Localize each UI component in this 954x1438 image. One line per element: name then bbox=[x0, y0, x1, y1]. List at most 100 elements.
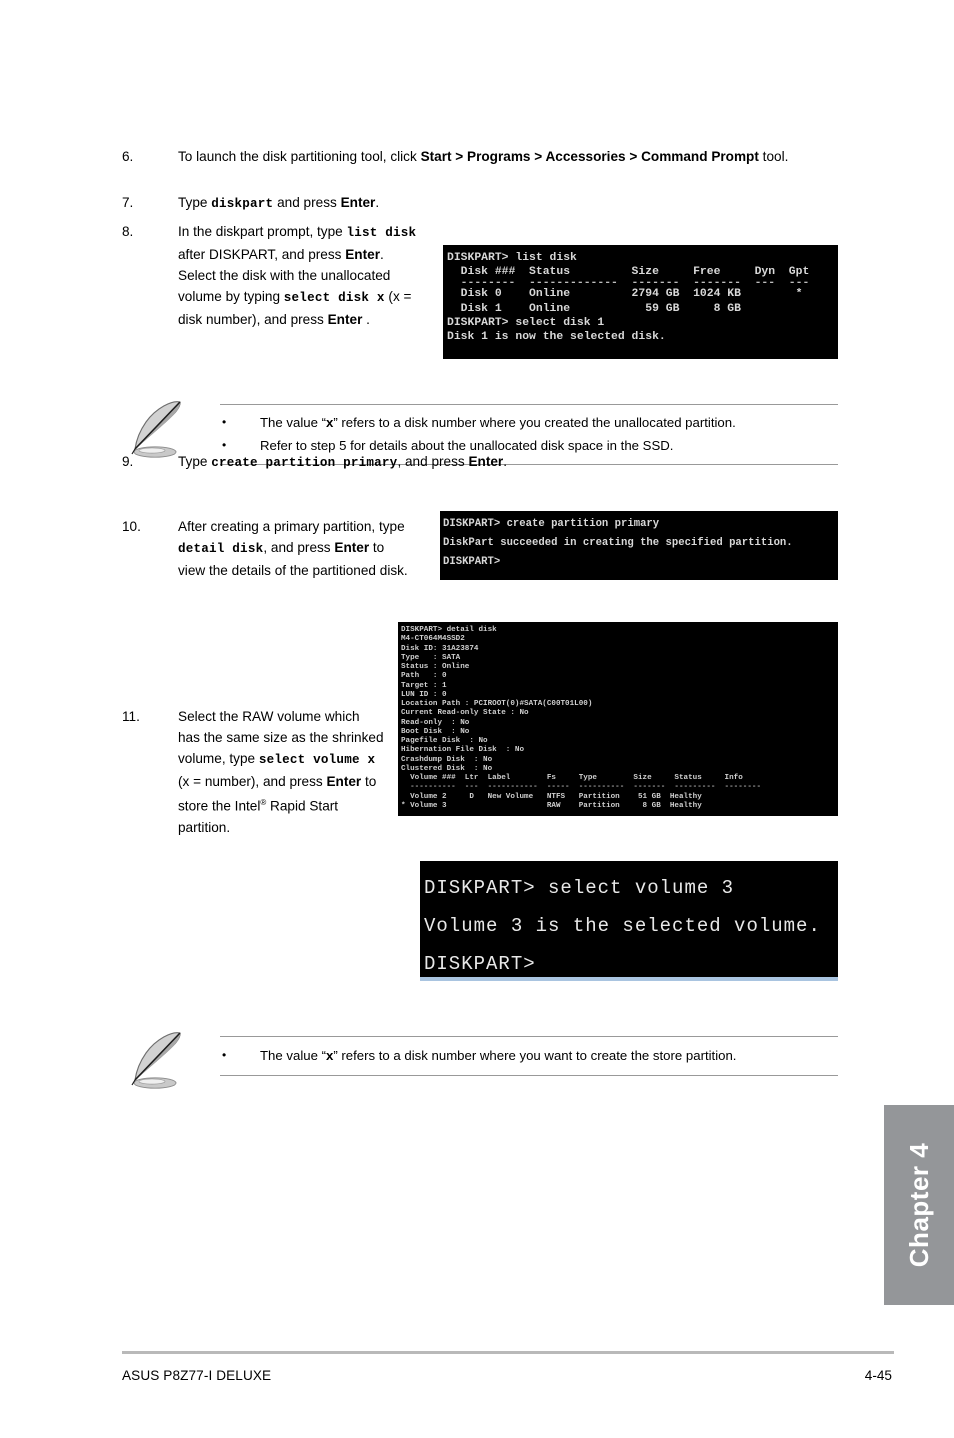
terminal-line: Crashdump Disk : No bbox=[401, 755, 493, 764]
terminal-line: Path : 0 bbox=[401, 672, 447, 681]
terminal-line: -------- ------------- ------- ------- -… bbox=[447, 277, 810, 290]
terminal-line: DISKPART> select volume 3 bbox=[424, 877, 735, 899]
note-text-post: ” refers to a disk number where you crea… bbox=[333, 415, 736, 430]
step-6-number: 6. bbox=[122, 149, 134, 164]
chapter-tab-label: Chapter 4 bbox=[903, 1142, 934, 1268]
bullet-icon: • bbox=[222, 415, 227, 429]
step-11-text: Select the RAW volume which has the same… bbox=[178, 706, 384, 838]
quill-pen-icon bbox=[131, 1032, 181, 1089]
step-11-command-select-volume: select volume x bbox=[258, 753, 376, 767]
terminal-line: M4-CT064M4SSD2 bbox=[401, 635, 465, 644]
terminal-select-volume: DISKPART> select volume 3 Volume 3 is the… bbox=[420, 861, 838, 981]
terminal-line: Volume ### Ltr Label Fs Type Size Status… bbox=[401, 774, 743, 782]
terminal-line: Read-only : No bbox=[401, 718, 470, 727]
step-11-text-part-2: (x = number), and press bbox=[178, 774, 327, 789]
step-8: 8. In the diskpart prompt, type list dis… bbox=[122, 221, 422, 330]
terminal-line: Pagefile Disk : No bbox=[401, 737, 488, 745]
terminal-line: Disk 1 Online 59 GB 8 GB bbox=[447, 302, 741, 315]
note-text-pre: The value “ bbox=[260, 415, 326, 430]
terminal-line: Hibernation File Disk : No bbox=[401, 746, 525, 755]
note-top-rule bbox=[220, 404, 838, 405]
step-6: 6. To launch the disk partitioning tool,… bbox=[122, 146, 822, 167]
step-8-text-part-1: In the diskpart prompt, type bbox=[178, 224, 347, 239]
terminal-line: DISKPART> bbox=[424, 953, 536, 975]
note-bottom-rule bbox=[220, 1075, 838, 1076]
step-10-key-enter: Enter bbox=[334, 540, 370, 555]
step-7: 7. Type diskpart and press Enter. bbox=[122, 192, 822, 215]
terminal-create-partition: DISKPART> create partition primary DiskPa… bbox=[440, 511, 838, 580]
step-6-menu-path: Start > Programs > Accessories > Command… bbox=[420, 149, 759, 164]
terminal-line: * Volume 3 RAW Partition 8 GB Healthy bbox=[401, 801, 702, 810]
step-11-number: 11. bbox=[122, 709, 140, 724]
terminal-line: Boot Disk : No bbox=[401, 727, 470, 736]
note-2-items: • The value “x” refers to a disk number … bbox=[222, 1044, 838, 1067]
terminal-line: Current Read-only State : No bbox=[401, 709, 529, 718]
terminal-line: DISKPART> list disk bbox=[447, 252, 577, 264]
step-10-text-part-1: After creating a primary partition, type bbox=[178, 519, 405, 534]
step-7-command-diskpart: diskpart bbox=[211, 197, 274, 211]
note-top-rule bbox=[220, 1036, 838, 1037]
step-7-key-enter: Enter bbox=[340, 195, 376, 210]
note-item: • The value “x” refers to a disk number … bbox=[222, 1044, 838, 1067]
terminal-detail-disk: DISKPART> detail disk M4-CT064M4SSD2 Disk … bbox=[398, 622, 838, 816]
step-7-text-part-1: Type bbox=[178, 195, 212, 210]
note-text-post: ” refers to a disk number where you want… bbox=[333, 1048, 737, 1063]
terminal-line: Disk 1 is now the selected disk. bbox=[447, 331, 666, 344]
terminal-line: ---------- --- ----------- ----- -------… bbox=[401, 783, 762, 792]
step-11-key-enter: Enter bbox=[326, 774, 362, 789]
terminal-line: Volume 2 D New Volume NTFS Partition 51 … bbox=[401, 792, 702, 801]
step-11: 11. Select the RAW volume which has the … bbox=[122, 706, 384, 838]
note-item-text: The value “x” refers to a disk number wh… bbox=[260, 1044, 838, 1067]
terminal-list-disk: DISKPART> list disk Disk ### Status Size… bbox=[443, 245, 838, 359]
terminal-line: Disk ID: 31A23874 bbox=[401, 644, 479, 653]
terminal-line: Volume 3 is the selected volume. bbox=[424, 915, 821, 937]
terminal-line: Disk 0 Online 2794 GB 1024 KB * bbox=[447, 288, 803, 301]
step-7-number: 7. bbox=[122, 195, 134, 210]
terminal-line: DISKPART> detail disk bbox=[401, 626, 497, 634]
footer-product-name: ASUS P8Z77-I DELUXE bbox=[122, 1368, 272, 1383]
step-8-key-enter-1: Enter bbox=[345, 247, 380, 262]
step-10-text: After creating a primary partition, type… bbox=[178, 516, 412, 581]
step-8-key-enter-2: Enter bbox=[327, 312, 363, 327]
step-8-command-list-disk: list disk bbox=[346, 226, 417, 240]
terminal-line: Clustered Disk : No bbox=[401, 764, 493, 773]
terminal-line: LUN ID : 0 bbox=[401, 690, 447, 699]
step-7-text-part-2: and press bbox=[273, 195, 341, 210]
terminal-line: Status : Online bbox=[401, 663, 470, 671]
step-10-text-part-2: , and press bbox=[263, 540, 335, 555]
step-9-number: 9. bbox=[122, 454, 134, 469]
terminal-line: DISKPART> bbox=[443, 556, 501, 568]
step-10: 10. After creating a primary partition, … bbox=[122, 516, 412, 581]
step-9-text-part-3: . bbox=[503, 454, 507, 469]
bullet-icon: • bbox=[222, 1048, 227, 1062]
step-7-text-part-3: . bbox=[375, 195, 380, 210]
document-page: 6. To launch the disk partitioning tool,… bbox=[0, 0, 954, 1438]
step-6-text: To launch the disk partitioning tool, cl… bbox=[178, 146, 822, 167]
terminal-line: DISKPART> select disk 1 bbox=[447, 316, 605, 329]
step-9: 9. Type create partition primary, and pr… bbox=[122, 451, 822, 474]
step-9-text-part-2: , and press bbox=[397, 454, 469, 469]
terminal-line: Target : 1 bbox=[401, 681, 447, 690]
chapter-tab: Chapter 4 bbox=[884, 1105, 954, 1305]
step-8-text: In the diskpart prompt, type list disk a… bbox=[178, 221, 422, 330]
terminal-line: Location Path : PCIROOT(0)#SATA(C00T01L0… bbox=[401, 700, 593, 708]
terminal-line: DISKPART> create partition primary bbox=[443, 518, 660, 530]
step-9-text: Type create partition primary, and press… bbox=[178, 451, 822, 474]
step-9-command-create-partition: create partition primary bbox=[211, 456, 398, 470]
step-9-key-enter: Enter bbox=[468, 454, 504, 469]
step-10-command-detail-disk: detail disk bbox=[178, 542, 264, 556]
terminal-line: DiskPart succeeded in creating the speci… bbox=[443, 537, 793, 549]
footer-divider bbox=[122, 1351, 894, 1354]
step-8-command-select-disk: select disk x bbox=[283, 291, 385, 305]
step-8-text-part-2: after DISKPART, and press bbox=[178, 247, 346, 262]
step-8-text-part-5: . bbox=[362, 312, 370, 327]
terminal-line: Type : SATA bbox=[401, 653, 461, 662]
note-text-pre: The value “ bbox=[260, 1048, 326, 1063]
step-9-text-part-1: Type bbox=[178, 454, 212, 469]
note-item: • The value “x” refers to a disk number … bbox=[222, 411, 838, 434]
step-10-number: 10. bbox=[122, 519, 141, 534]
footer-page-number: 4-45 bbox=[864, 1368, 892, 1383]
step-6-text-part-2: tool. bbox=[758, 149, 789, 164]
note-item-text: The value “x” refers to a disk number wh… bbox=[260, 411, 838, 434]
step-6-text-part-1: To launch the disk partitioning tool, cl… bbox=[178, 149, 421, 164]
